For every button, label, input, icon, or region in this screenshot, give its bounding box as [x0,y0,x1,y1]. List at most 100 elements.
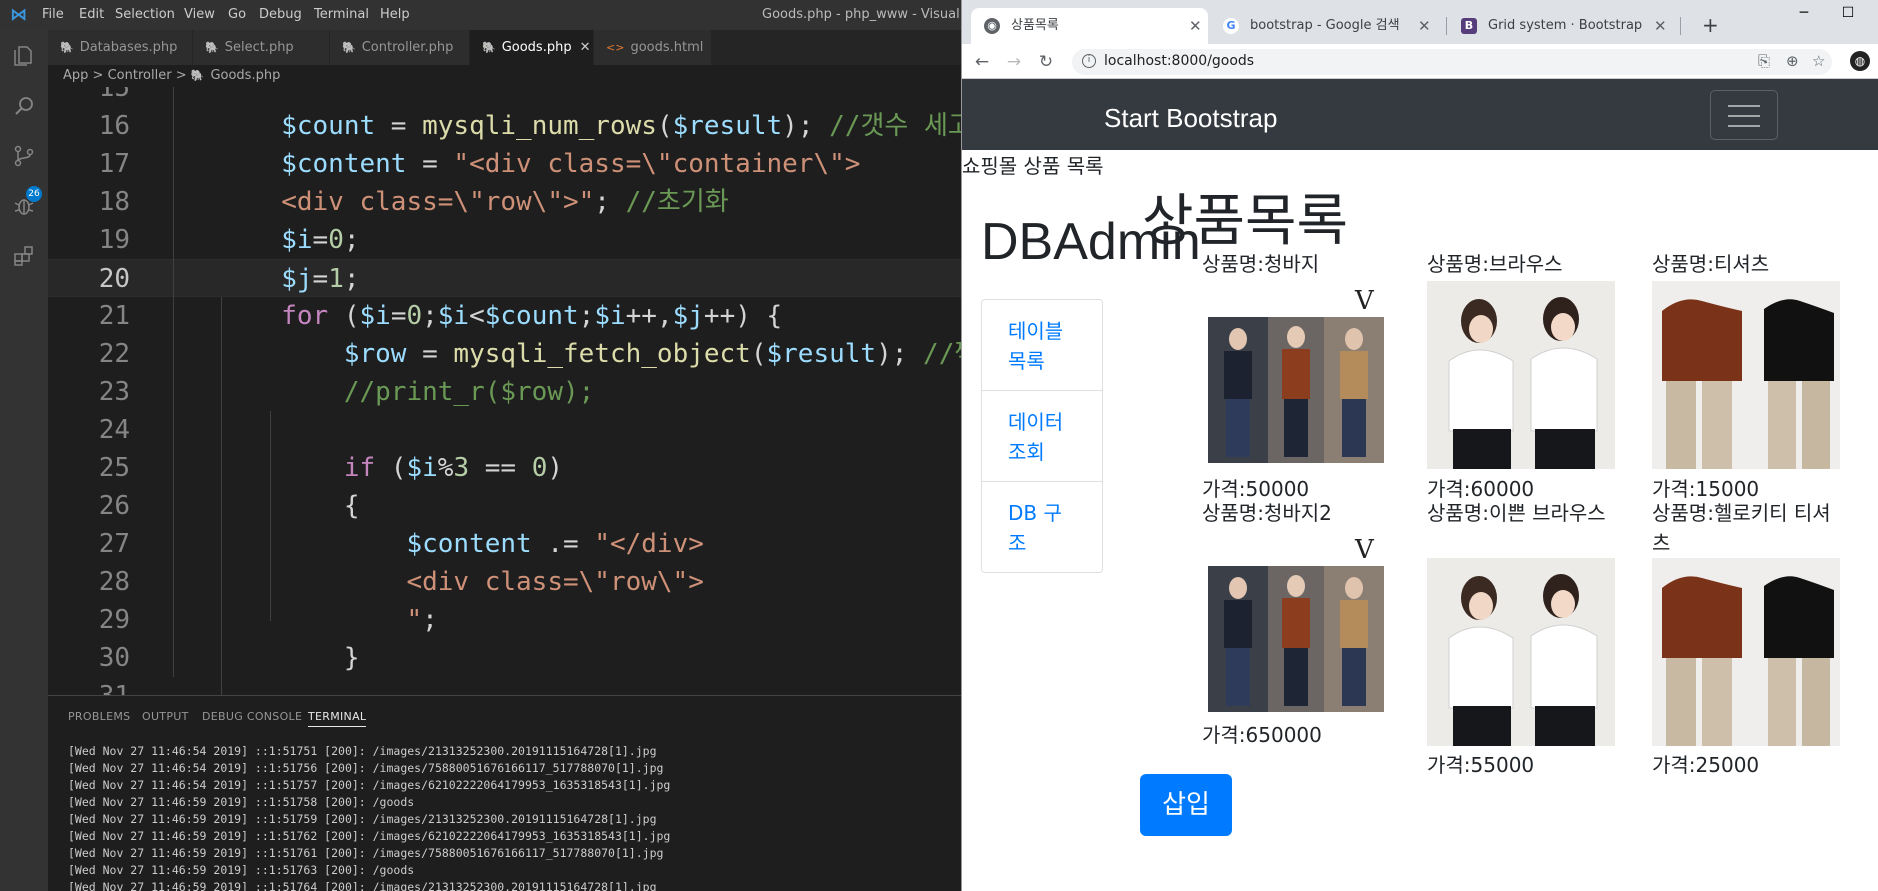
forward-icon[interactable]: → [1002,50,1026,74]
browser-tab-google[interactable]: G bootstrap - Google 검색 ✕ [1210,8,1444,44]
product-image-jeans[interactable]: V [1202,281,1390,469]
php-file-icon: 🐘 [60,41,74,54]
translate-icon[interactable]: ⎘ [1758,52,1770,70]
code-line[interactable]: 26 { [48,487,961,525]
code-token: $j [672,301,704,331]
code-line[interactable]: 16 $count = mysqli_num_rows($result); //… [48,107,961,145]
menu-terminal[interactable]: Terminal [314,7,369,22]
close-icon[interactable]: ✕ [580,40,591,55]
tab-goods-html[interactable]: <> goods.html [594,30,712,65]
panel-tab-terminal[interactable]: TERMINAL [308,710,367,727]
product-name: 상품명:브라우스 [1427,252,1563,276]
zoom-icon[interactable]: ⊕ [1786,52,1799,70]
code-line[interactable]: 17 $content = "<div class=\"container\"> [48,145,961,183]
svg-text:V: V [1354,286,1375,316]
code-line[interactable]: 18 <div class=\"row\">"; //초기화 [48,183,961,221]
code-line[interactable]: 21 for ($i=0;$i<$count;$i++,$j++) { [48,297,961,335]
line-number: 22 [98,339,130,369]
bookmark-star-icon[interactable]: ☆ [1812,52,1825,70]
menu-help[interactable]: Help [380,7,410,22]
tab-select-php[interactable]: 🐘 Select.php [193,30,330,65]
back-icon[interactable]: ← [970,50,994,74]
new-tab-button[interactable]: + [1702,13,1719,37]
panel-tab-problems[interactable]: PROBLEMS [68,710,130,723]
code-token: ( [328,301,360,331]
menu-edit[interactable]: Edit [79,7,104,22]
menu-selection[interactable]: Selection [115,7,175,22]
code-line[interactable]: 29 "; [48,601,961,639]
code-line[interactable]: 27 $content .= "</div> [48,525,961,563]
navbar-brand[interactable]: Start Bootstrap [1104,103,1277,134]
terminal-line: [Wed Nov 27 11:46:54 2019] ::1:51751 [20… [68,744,657,758]
code-token: $i [594,301,626,331]
activity-bar: 26 [0,30,48,891]
code-text: $i=0; [156,221,359,259]
menu-view[interactable]: View [184,7,215,22]
code-token: "</div> [594,529,704,559]
code-line[interactable]: 23 //print_r($row); [48,373,961,411]
source-control-icon[interactable] [12,144,36,168]
product-image-blouse[interactable] [1427,281,1615,469]
menu-file[interactable]: File [42,7,64,22]
code-text: <div class=\"row\"> [156,563,704,601]
panel-tab-output[interactable]: OUTPUT [142,710,189,723]
info-icon[interactable]: i [1082,54,1096,68]
code-line[interactable]: 20 $j=1; [48,259,961,297]
tab-controller-php[interactable]: 🐘 Controller.php [330,30,470,65]
browser-tab-goods[interactable]: ◉ 상품목록 ✕ [971,8,1208,44]
code-line[interactable]: 19 $i=0; [48,221,961,259]
breadcrumb-app[interactable]: App [63,68,88,83]
reload-icon[interactable]: ↻ [1034,50,1058,74]
page-title: 상품목록 [1142,189,1349,254]
extensions-icon[interactable] [12,244,36,268]
jeans-photo: V [1202,530,1390,718]
close-icon[interactable]: ✕ [1654,8,1667,44]
sidebar-link-table-list[interactable]: 테이블 목록 [982,300,1102,391]
product-image-blouse[interactable] [1427,558,1615,746]
browser-tab-title: Grid system · Bootstrap [1488,18,1643,33]
product-image-turtleneck[interactable] [1652,281,1840,469]
browser-tab-bootstrap[interactable]: B Grid system · Bootstrap ✕ [1448,8,1678,44]
code-token: <div class=\"row\"> [156,567,704,597]
code-token: ( [750,339,767,369]
code-line[interactable]: 24 [48,411,961,449]
terminal-line: [Wed Nov 27 11:46:54 2019] ::1:51756 [20… [68,761,664,775]
breadcrumb-file[interactable]: Goods.php [210,68,280,83]
code-line[interactable]: 22 $row = mysqli_fetch_object($result); … [48,335,961,373]
product-image-turtleneck[interactable] [1652,558,1840,746]
tab-label: Databases.php [79,40,178,55]
close-icon[interactable]: ✕ [1418,8,1431,44]
sidebar-link-db-structure[interactable]: DB 구조 [982,482,1102,572]
maximize-icon[interactable]: ☐ [1828,5,1868,21]
code-editor[interactable]: 15 16 $count = mysqli_num_rows($result); … [48,87,961,695]
explorer-icon[interactable] [12,44,36,68]
menu-debug[interactable]: Debug [259,7,302,22]
terminal-line: [Wed Nov 27 11:46:54 2019] ::1:51757 [20… [68,778,671,792]
tab-goods-php[interactable]: 🐘 Goods.php ✕ [470,30,594,65]
address-bar[interactable]: i localhost:8000/goods ⎘ ⊕ ☆ [1072,49,1832,75]
url-text[interactable]: localhost:8000/goods [1104,53,1254,69]
search-icon[interactable] [12,94,36,118]
vscode-logo-icon: ⋈ [10,5,27,25]
navbar-toggler-icon[interactable] [1710,90,1778,140]
panel-tab-debug-console[interactable]: DEBUG CONSOLE [202,710,302,723]
code-token: <div class=\"row\">" [156,187,595,217]
menu-go[interactable]: Go [228,7,246,22]
chrome-window: ◉ 상품목록 ✕ G bootstrap - Google 검색 ✕ B Gri… [961,0,1878,891]
tab-databases-php[interactable]: 🐘 Databases.php [48,30,193,65]
code-token: 1 [328,264,344,294]
php-file-icon: 🐘 [482,41,496,54]
sidebar-link-data-query[interactable]: 데이터 조회 [982,391,1102,482]
breadcrumb-controller[interactable]: Controller [108,68,172,83]
minimize-icon[interactable]: ─ [1784,5,1824,21]
debug-icon[interactable] [12,194,36,218]
product-image-jeans[interactable]: V [1202,530,1390,718]
code-line[interactable]: 25 if ($i%3 == 0) [48,449,961,487]
code-line[interactable]: 31 [48,677,961,695]
code-line[interactable]: 28 <div class=\"row\"> [48,563,961,601]
profile-avatar-icon[interactable]: ◍ [1850,51,1870,71]
insert-button[interactable]: 삽입 [1140,774,1232,836]
code-line[interactable]: 30 } [48,639,961,677]
close-icon[interactable]: ✕ [1189,8,1202,44]
code-line[interactable]: 15 [48,87,961,107]
